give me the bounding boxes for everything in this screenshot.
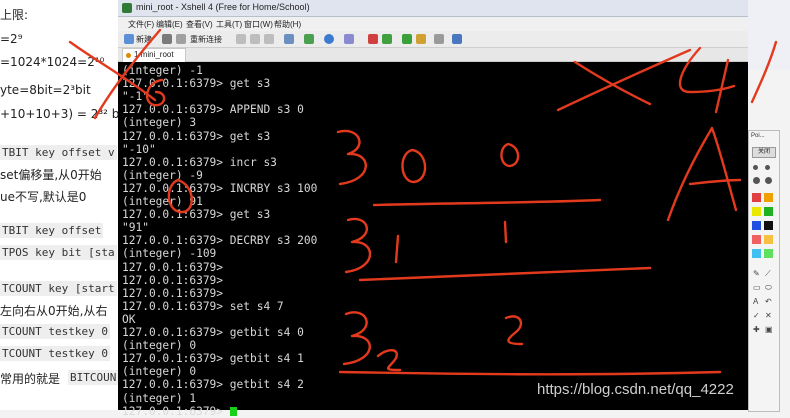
csdn-watermark: https://blog.csdn.net/qq_4222: [537, 381, 734, 398]
handwritten-annotations: [68, 28, 778, 376]
